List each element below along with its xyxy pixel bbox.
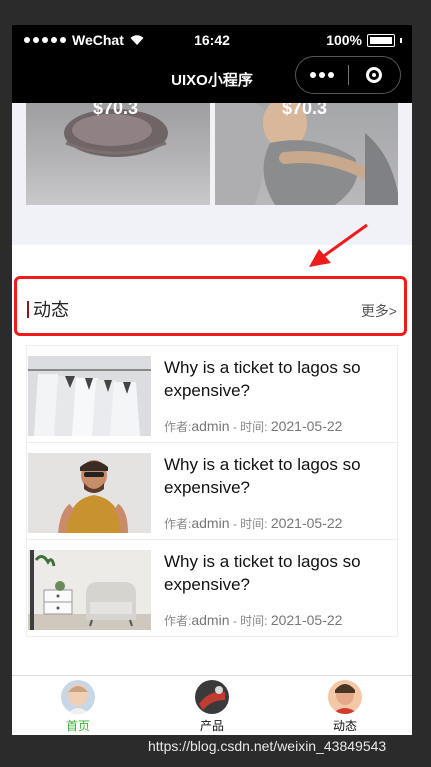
news-date: 2021-05-22: [270, 612, 343, 628]
tab-bar: 首页 产品 动态: [12, 675, 412, 735]
product-price: $70.3: [282, 103, 328, 118]
product-price: $70.3: [93, 103, 139, 118]
news-title: Why is a ticket to lagos so expensive?: [164, 552, 361, 594]
tab-label: 动态: [332, 719, 357, 733]
nav-bar: UIXO小程序: [12, 55, 412, 103]
time-label: - 时间:: [229, 614, 271, 628]
tab-home[interactable]: 首页: [38, 680, 118, 734]
news-meta: 作者:admin - 时间: 2021-05-22: [164, 418, 342, 435]
news-item[interactable]: Why is a ticket to lagos so expensive? 作…: [27, 540, 399, 637]
news-title: Why is a ticket to lagos so expensive?: [164, 358, 361, 400]
product-card[interactable]: $70.3: [215, 103, 398, 205]
annotation-highlight-box: [14, 276, 407, 336]
more-options-icon[interactable]: [296, 72, 348, 78]
news-list: Why is a ticket to lagos so expensive? 作…: [26, 345, 399, 637]
tab-products[interactable]: 产品: [172, 680, 252, 734]
tab-label: 产品: [199, 719, 224, 733]
time-label: - 时间:: [229, 517, 271, 531]
battery-tip: [400, 37, 402, 43]
shirts-thumbnail: [28, 356, 151, 436]
man-portrait-thumbnail: [28, 453, 151, 533]
product-card[interactable]: $70.3: [26, 103, 210, 205]
news-date: 2021-05-22: [270, 418, 343, 434]
battery-icon: [367, 33, 395, 47]
author-label: 作者:: [164, 614, 192, 628]
news-meta: 作者:admin - 时间: 2021-05-22: [164, 612, 342, 629]
battery-percent: 100%: [326, 32, 362, 48]
tab-news[interactable]: 动态: [305, 680, 385, 734]
target-icon: [366, 67, 383, 83]
man-avatar-icon: [328, 680, 362, 714]
author-name: admin: [191, 515, 230, 531]
annotation-arrow-icon: [309, 223, 368, 267]
tab-label: 首页: [65, 719, 90, 733]
author-label: 作者:: [164, 420, 192, 434]
close-miniprogram-button[interactable]: [348, 67, 400, 83]
news-date: 2021-05-22: [270, 515, 343, 531]
miniprogram-capsule: [295, 56, 401, 94]
baby-avatar-icon: [61, 680, 95, 714]
news-item[interactable]: Why is a ticket to lagos so expensive? 作…: [27, 346, 399, 443]
product-icon: [195, 680, 229, 714]
author-label: 作者:: [164, 517, 192, 531]
battery-status: 100%: [326, 32, 402, 48]
armchair-room-thumbnail: [28, 550, 151, 630]
status-bar: WeChat 16:42 100%: [12, 25, 412, 55]
author-name: admin: [191, 612, 230, 628]
phone-screen: WeChat 16:42 100% UIXO小程序 $70.3 $70.3 动态…: [12, 25, 412, 735]
news-item[interactable]: Why is a ticket to lagos so expensive? 作…: [27, 443, 399, 540]
author-name: admin: [191, 418, 230, 434]
time-label: - 时间:: [229, 420, 271, 434]
news-meta: 作者:admin - 时间: 2021-05-22: [164, 515, 342, 532]
watermark-text: https://blog.csdn.net/weixin_43849543: [148, 738, 387, 754]
news-title: Why is a ticket to lagos so expensive?: [164, 455, 361, 497]
